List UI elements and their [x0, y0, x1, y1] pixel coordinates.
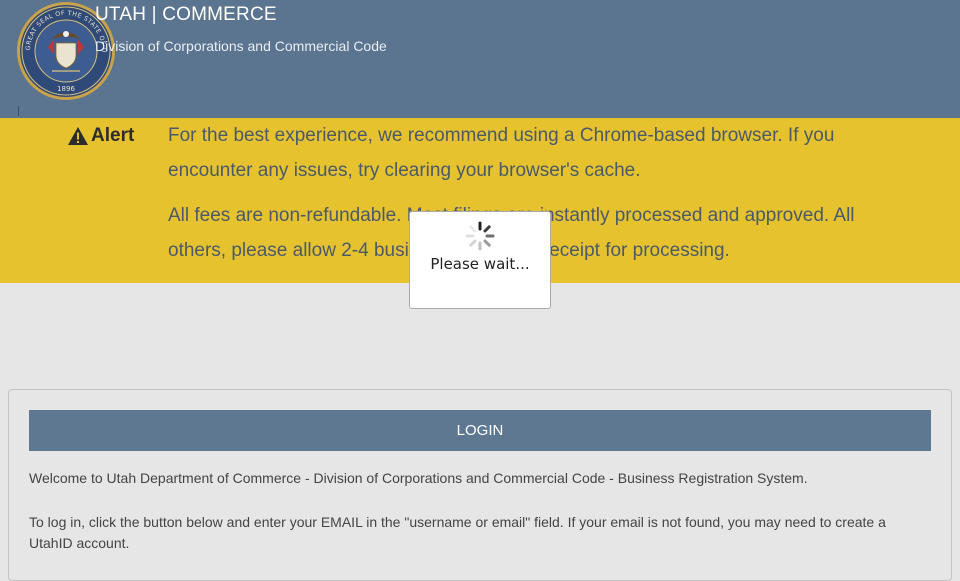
- loading-spinner-icon: [465, 221, 495, 251]
- brand-subtitle: Division of Corporations and Commercial …: [95, 38, 387, 54]
- brand-title[interactable]: UTAH | COMMERCE: [95, 4, 277, 26]
- login-panel: LOGIN Welcome to Utah Department of Comm…: [8, 389, 952, 581]
- alert-heading: Alert: [67, 125, 134, 147]
- loading-dialog: Please wait...: [409, 211, 551, 309]
- login-instructions: To log in, click the button below and en…: [29, 514, 886, 551]
- login-header-bar: LOGIN: [29, 410, 931, 451]
- warning-triangle-icon: [68, 127, 88, 145]
- alert-message-browser: For the best experience, we recommend us…: [168, 125, 835, 181]
- login-title: LOGIN: [456, 422, 504, 439]
- welcome-text: Welcome to Utah Department of Commerce -…: [29, 470, 808, 486]
- site-header: 1896 THE GREAT SEAL OF THE STATE OF UTAH…: [0, 0, 960, 118]
- header-divider: [18, 106, 19, 116]
- seal-year: 1896: [57, 85, 75, 93]
- loading-text: Please wait...: [430, 255, 530, 273]
- alert-label: Alert: [91, 125, 135, 146]
